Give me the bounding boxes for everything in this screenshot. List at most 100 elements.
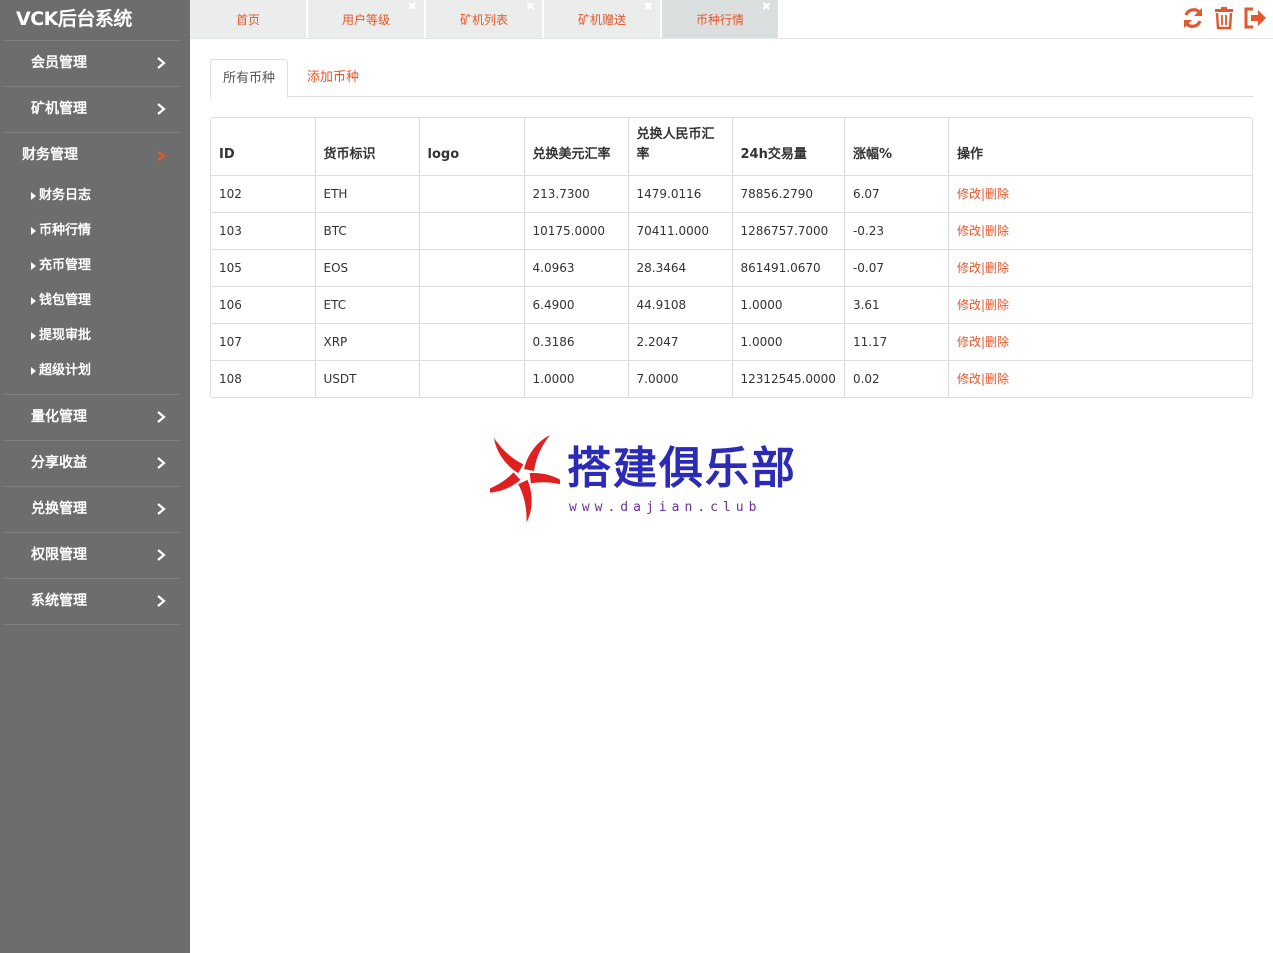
cell-usd: 0.3186 xyxy=(523,322,628,360)
pinwheel-logo-icon xyxy=(490,435,560,523)
close-icon[interactable]: ✖ xyxy=(762,0,771,27)
edit-link[interactable]: 修改 xyxy=(957,298,981,312)
sidebar-subitem-label: 财务日志 xyxy=(39,188,92,203)
edit-link[interactable]: 修改 xyxy=(957,261,981,275)
cell-change: 11.17 xyxy=(843,322,949,360)
table-row: 106 ETC 6.4900 44.9108 1.0000 3.61 修改|删除 xyxy=(211,285,1252,323)
column-header: ID xyxy=(211,118,315,176)
trash-icon[interactable] xyxy=(1212,5,1236,31)
sidebar-subitem[interactable]: 超级计划 xyxy=(0,353,190,388)
sidebar-item[interactable]: 量化管理 xyxy=(0,395,190,440)
sidebar-item-label: 系统管理 xyxy=(31,593,87,609)
cell-actions: 修改|删除 xyxy=(947,248,1252,286)
delete-link[interactable]: 删除 xyxy=(985,335,1009,349)
sidebar-subitem-label: 提现审批 xyxy=(39,328,92,343)
tab-item[interactable]: 矿机赠送 ✖ xyxy=(544,0,661,38)
cell-change: -0.07 xyxy=(843,248,949,286)
sidebar-item[interactable]: 兑换管理 xyxy=(0,487,190,532)
sub-tabs: 所有币种 添加币种 xyxy=(210,59,1253,98)
close-icon[interactable]: ✖ xyxy=(644,0,653,27)
cell-symbol: EOS xyxy=(314,248,419,286)
tab-all-coins[interactable]: 所有币种 xyxy=(210,59,289,98)
refresh-icon[interactable] xyxy=(1181,5,1205,31)
tab-item[interactable]: 用户等级 ✖ xyxy=(308,0,425,38)
column-header: 兑换美元汇率 xyxy=(523,118,628,176)
tab-add-coin[interactable]: 添加币种 xyxy=(295,59,371,98)
cell-symbol: XRP xyxy=(314,322,419,360)
cell-usd: 10175.0000 xyxy=(523,211,628,249)
sidebar-item[interactable]: 权限管理 xyxy=(0,533,190,578)
edit-link[interactable]: 修改 xyxy=(957,187,981,201)
cell-change: 3.61 xyxy=(843,285,949,323)
delete-link[interactable]: 删除 xyxy=(985,187,1009,201)
sidebar-subitem[interactable]: 充币管理 xyxy=(0,248,190,283)
watermark-title: 搭建俱乐部 xyxy=(567,443,797,494)
chevron-down-icon xyxy=(156,133,166,178)
cell-vol: 78856.2790 xyxy=(731,175,845,212)
chevron-right-icon xyxy=(156,579,166,624)
cell-usd: 213.7300 xyxy=(523,175,628,212)
cell-actions: 修改|删除 xyxy=(947,211,1252,249)
tab-label: 币种行情 xyxy=(695,13,744,27)
main-content: 所有币种 添加币种 ID 货币标识 logo 兑换美元汇率 兑换人民币汇率 24h交易量涨… xyxy=(210,59,1253,398)
sidebar-subitem[interactable]: 提现审批 xyxy=(0,318,190,353)
sidebar-item-label: 矿机管理 xyxy=(31,101,87,117)
cell-logo xyxy=(418,248,524,286)
tab-bar: 首页 用户等级 ✖ 矿机列表 ✖ 矿机赠送 ✖ 币种行情 ✖ xyxy=(190,0,1273,39)
sidebar-subitem[interactable]: 币种行情 xyxy=(0,213,190,248)
edit-link[interactable]: 修改 xyxy=(957,335,981,349)
cell-id: 102 xyxy=(219,186,242,201)
logout-icon[interactable] xyxy=(1243,5,1267,31)
cell-logo xyxy=(418,285,524,323)
sidebar-item[interactable]: 矿机管理 xyxy=(0,87,190,132)
sidebar-item[interactable]: 会员管理 xyxy=(0,41,190,86)
cell-actions: 修改|删除 xyxy=(947,285,1252,323)
sidebar-subitem-label: 钱包管理 xyxy=(39,293,92,308)
close-icon[interactable]: ✖ xyxy=(408,0,417,27)
caret-right-icon xyxy=(31,367,36,375)
cell-vol: 1.0000 xyxy=(731,285,845,323)
table-row: 103 BTC 10175.0000 70411.0000 1286757.7000 -0… xyxy=(211,211,1252,249)
cell-usd: 1.0000 xyxy=(523,359,628,397)
caret-right-icon xyxy=(31,227,36,235)
cell-change: -0.23 xyxy=(843,211,949,249)
delete-link[interactable]: 删除 xyxy=(985,224,1009,238)
delete-link[interactable]: 删除 xyxy=(985,298,1009,312)
cell-logo xyxy=(418,322,524,360)
tab-label: 矿机列表 xyxy=(459,13,508,27)
delete-link[interactable]: 删除 xyxy=(985,261,1009,275)
close-icon[interactable]: ✖ xyxy=(526,0,535,27)
sidebar-menu: 会员管理矿机管理财务管理财务日志币种行情充币管理钱包管理提现审批超级计划量化管理… xyxy=(0,41,190,625)
tab-label: 首页 xyxy=(235,13,260,27)
tab-item[interactable]: 首页 xyxy=(190,0,307,38)
cell-usd: 6.4900 xyxy=(523,285,628,323)
sidebar-item[interactable]: 系统管理 xyxy=(0,579,190,624)
edit-link[interactable]: 修改 xyxy=(957,372,981,386)
cell-symbol: ETC xyxy=(314,285,419,323)
cell-cny: 28.3464 xyxy=(627,248,732,286)
sidebar-item[interactable]: 分享收益 xyxy=(0,441,190,486)
cell-cny: 2.2047 xyxy=(627,322,732,360)
delete-link[interactable]: 删除 xyxy=(985,372,1009,386)
edit-link[interactable]: 修改 xyxy=(957,224,981,238)
caret-right-icon xyxy=(31,332,36,340)
caret-right-icon xyxy=(31,297,36,305)
cell-vol: 12312545.0000 xyxy=(731,359,845,397)
sidebar-item-label: 兑换管理 xyxy=(31,501,87,517)
cell-logo xyxy=(418,175,524,212)
tab-item[interactable]: 币种行情 ✖ xyxy=(662,0,779,38)
chevron-right-icon xyxy=(156,487,166,532)
cell-id: 105 xyxy=(211,248,315,286)
tab-item[interactable]: 矿机列表 ✖ xyxy=(426,0,543,38)
column-header: logo xyxy=(418,118,524,176)
tab-label: 用户等级 xyxy=(341,13,390,27)
watermark: 搭建俱乐部 www.dajian.club xyxy=(490,428,795,523)
cell-change: 6.07 xyxy=(843,175,949,212)
sidebar-subitem[interactable]: 钱包管理 xyxy=(0,283,190,318)
sidebar-item[interactable]: 财务管理 xyxy=(0,133,190,178)
chevron-right-icon xyxy=(156,87,166,132)
sidebar-subitem-label: 充币管理 xyxy=(39,258,92,273)
sidebar-subitem[interactable]: 财务日志 xyxy=(0,178,190,213)
sidebar-item-label: 分享收益 xyxy=(31,455,87,471)
cell-id: 103 xyxy=(211,211,315,249)
